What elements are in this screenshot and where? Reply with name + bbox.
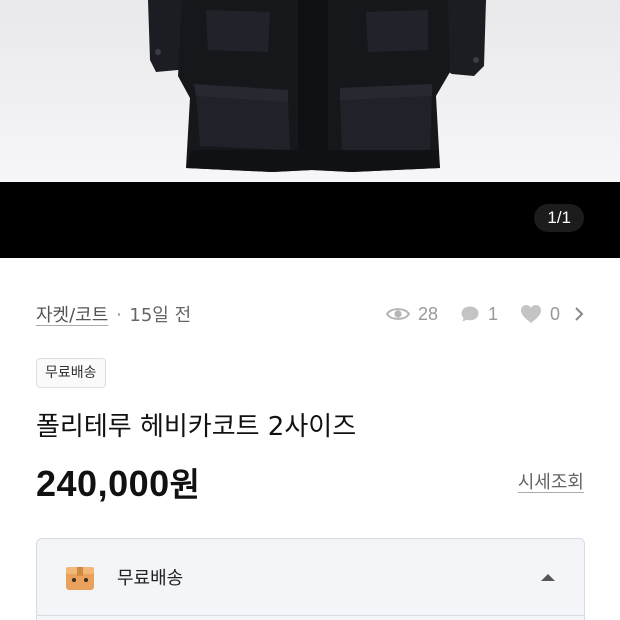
category-link[interactable]: 자켓/코트 <box>36 301 108 327</box>
product-gallery[interactable]: 1/1 <box>0 0 620 258</box>
posted-time: 15일 전 <box>129 305 192 326</box>
product-price: 240,000원 <box>36 458 201 506</box>
market-price-link[interactable]: 시세조회 <box>518 468 584 494</box>
likes-count: 0 <box>549 303 560 324</box>
views-count: 28 <box>417 303 438 324</box>
meta-row: 자켓/코트 · 15일 전 28 1 0 <box>36 300 584 328</box>
heart-icon <box>520 305 541 323</box>
coat-image <box>148 0 486 172</box>
meta-separator: · <box>116 304 122 324</box>
product-title: 폴리테루 헤비카코트 2사이즈 <box>36 412 357 442</box>
free-shipping-badge: 무료배송 <box>36 358 106 388</box>
chats-stat: 1 <box>460 304 498 325</box>
price-unit: 원 <box>169 465 201 504</box>
shipping-card: 무료배송 <box>36 538 585 620</box>
chats-count: 1 <box>487 303 498 324</box>
price-value: 240,000 <box>36 463 170 504</box>
stats-group: 28 1 0 <box>372 304 584 325</box>
chevron-right-icon[interactable] <box>574 306 584 322</box>
likes-stat[interactable]: 0 <box>520 304 560 325</box>
shipping-divider <box>37 615 584 616</box>
shipping-header[interactable]: 무료배송 <box>37 539 584 615</box>
shipping-label: 무료배송 <box>117 568 184 589</box>
image-pager: 1/1 <box>534 204 584 232</box>
product-photo[interactable] <box>0 0 620 182</box>
box-icon <box>66 567 94 590</box>
views-stat: 28 <box>385 303 438 325</box>
eye-icon <box>385 308 410 320</box>
collapse-icon[interactable] <box>540 572 556 582</box>
chat-bubble-icon <box>461 306 479 322</box>
